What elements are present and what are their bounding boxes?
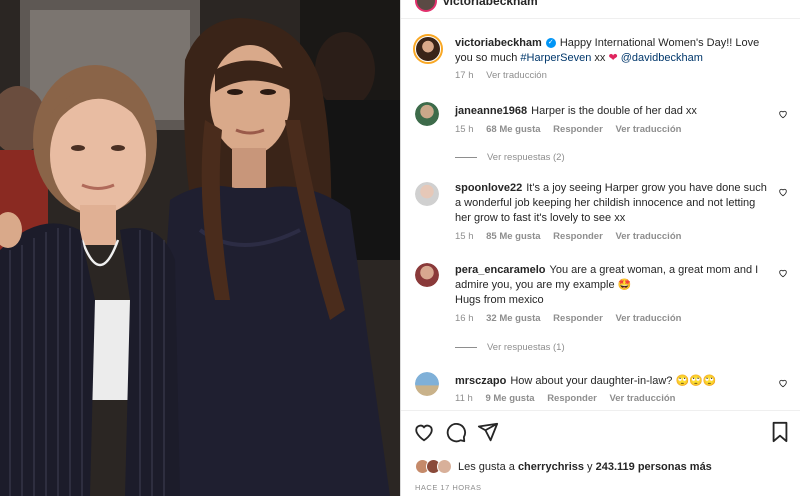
post-photo-illustration	[0, 0, 400, 496]
reply-button[interactable]: Responder	[553, 231, 603, 242]
comment-meta: 15 h 68 Me gusta Responder Ver traducció…	[455, 124, 691, 135]
liker-username[interactable]: cherrychriss	[518, 461, 584, 473]
like-heart-icon[interactable]	[778, 268, 788, 278]
comment-likes[interactable]: 32 Me gusta	[486, 313, 540, 324]
comment-likes[interactable]: 9 Me gusta	[485, 393, 534, 404]
comment-meta: 16 h 32 Me gusta Responder Ver traducció…	[455, 313, 691, 324]
replies-divider	[455, 157, 477, 158]
verified-icon: ✓	[545, 38, 556, 49]
comment-meta: 11 h 9 Me gusta Responder Ver traducción	[455, 393, 685, 404]
red-heart-emoji: ❤	[608, 52, 618, 64]
comments-panel: victoriabeckham victoriabeckham ✓ Happy In…	[400, 0, 800, 496]
likes-prefix: Les gusta a	[458, 460, 515, 473]
comment-bubble-icon[interactable]	[445, 421, 467, 443]
like-heart-icon[interactable]	[778, 109, 788, 119]
post-header: victoriabeckham	[401, 0, 800, 19]
comment-time: 11 h	[455, 393, 473, 404]
replies-divider	[455, 347, 477, 348]
comment-text-line2: Hugs from mexico	[455, 294, 544, 306]
view-replies[interactable]: Ver respuestas (1)	[455, 342, 565, 353]
comment-time: 15 h	[455, 231, 474, 242]
reply-button[interactable]: Responder	[553, 313, 603, 324]
caption-translate-link[interactable]: Ver traducción	[486, 70, 547, 81]
comment-item: mrsczapo How about your daughter-in-law? …	[455, 374, 767, 389]
translate-link[interactable]: Ver traducción	[615, 124, 681, 135]
caption-username[interactable]: victoriabeckham	[455, 37, 542, 49]
author-avatar[interactable]	[415, 0, 437, 12]
likes-summary: Les gusta a cherrychriss y 243.119 perso…	[415, 459, 712, 474]
comment-likes[interactable]: 68 Me gusta	[486, 124, 540, 135]
comment-time: 15 h	[455, 124, 474, 135]
post-time-ago: HACE 17 HORAS	[415, 483, 482, 492]
comment-item: pera_encaramelo You are a great woman, a …	[455, 263, 767, 308]
mention-link[interactable]: @davidbeckham	[621, 52, 703, 64]
comment-time: 16 h	[455, 313, 474, 324]
share-paper-plane-icon[interactable]	[477, 421, 499, 443]
comment-item: janeanne1968 Harper is the double of her …	[455, 104, 767, 119]
reply-button[interactable]: Responder	[553, 124, 603, 135]
comment-username[interactable]: pera_encaramelo	[455, 264, 546, 276]
hashtag-link[interactable]: #HarperSeven	[520, 52, 591, 64]
comment-avatar[interactable]	[415, 102, 439, 126]
comment-username[interactable]: spoonlove22	[455, 182, 522, 194]
author-username[interactable]: victoriabeckham	[443, 0, 538, 8]
likes-middle: y	[587, 460, 593, 473]
liker-avatars	[415, 459, 452, 474]
comment-username[interactable]: janeanne1968	[455, 105, 527, 117]
translate-link[interactable]: Ver traducción	[615, 231, 681, 242]
comment-text: How about your daughter-in-law? 🙄🙄🙄	[510, 375, 717, 387]
comment-meta: 15 h 85 Me gusta Responder Ver traducció…	[455, 231, 691, 242]
view-replies-label[interactable]: Ver respuestas (1)	[487, 342, 565, 353]
bookmark-icon[interactable]	[769, 421, 791, 443]
view-replies-label[interactable]: Ver respuestas (2)	[487, 152, 565, 163]
comment-avatar[interactable]	[415, 182, 439, 206]
like-heart-icon[interactable]	[778, 378, 788, 388]
like-heart-icon[interactable]	[778, 187, 788, 197]
comment-username[interactable]: mrsczapo	[455, 375, 506, 387]
translate-link[interactable]: Ver traducción	[609, 393, 675, 404]
comment-item: spoonlove22 It's a joy seeing Harper grow…	[455, 181, 767, 226]
caption-avatar[interactable]	[413, 34, 443, 64]
like-heart-icon[interactable]	[413, 421, 435, 443]
comment-likes[interactable]: 85 Me gusta	[486, 231, 540, 242]
translate-link[interactable]: Ver traducción	[615, 313, 681, 324]
caption-time: 17 h	[455, 70, 474, 81]
likes-count[interactable]: 243.119 personas más	[596, 461, 712, 473]
comment-text: Harper is the double of her dad xx	[531, 105, 697, 117]
caption: victoriabeckham ✓ Happy International Wome…	[455, 36, 767, 66]
post-actions: Les gusta a cherrychriss y 243.119 perso…	[401, 410, 800, 497]
caption-text-after: xx	[591, 52, 609, 64]
caption-meta: 17 h Ver traducción	[455, 70, 557, 81]
comment-avatar[interactable]	[415, 372, 439, 396]
post-photo	[0, 0, 400, 496]
view-replies[interactable]: Ver respuestas (2)	[455, 152, 565, 163]
reply-button[interactable]: Responder	[547, 393, 597, 404]
comment-avatar[interactable]	[415, 263, 439, 287]
